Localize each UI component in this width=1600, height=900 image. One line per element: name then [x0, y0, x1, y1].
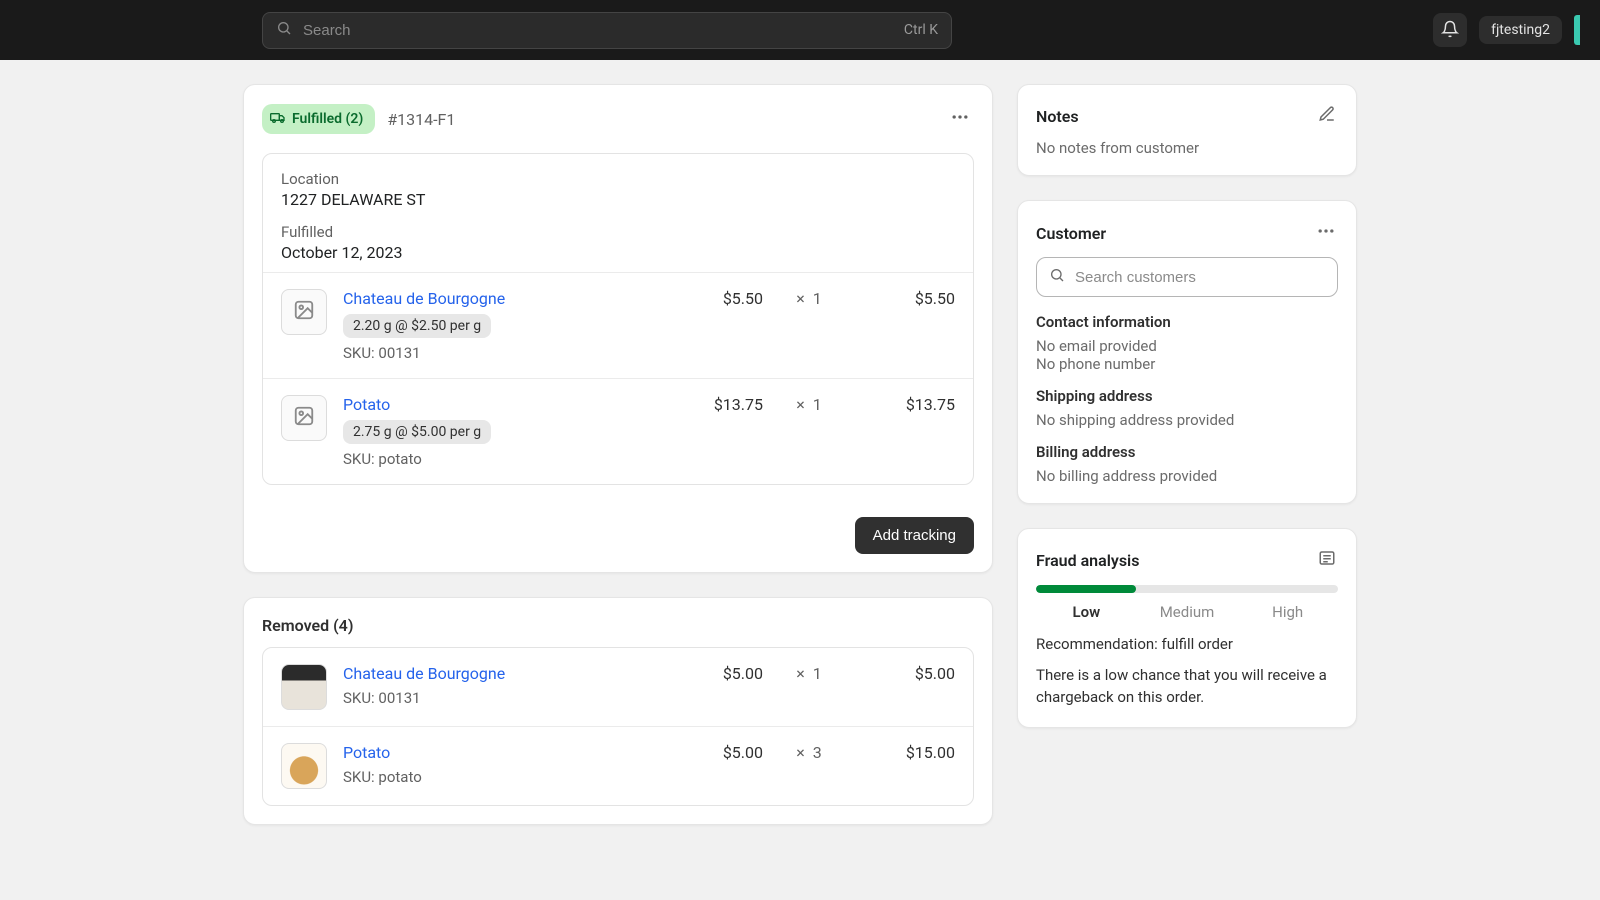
qty: × 3	[779, 743, 839, 762]
notes-empty: No notes from customer	[1036, 139, 1338, 157]
qty: × 1	[779, 395, 839, 414]
fraud-title: Fraud analysis	[1036, 551, 1139, 570]
search-icon	[276, 20, 292, 40]
unit-price: $5.00	[643, 664, 763, 683]
line-item: Potato 2.75 g @ $5.00 per g SKU: potato …	[263, 378, 973, 484]
fulfillment-card: Fulfilled (2) #1314-F1 Location 1227 DEL…	[243, 84, 993, 573]
qty: × 1	[779, 664, 839, 683]
qty: × 1	[779, 289, 839, 308]
edit-notes-button[interactable]	[1316, 103, 1338, 129]
more-horizontal-icon	[1316, 227, 1336, 245]
removed-card: Removed (4) Chateau de Bourgogne SKU: 00…	[243, 597, 993, 825]
unit-price: $13.75	[643, 395, 763, 414]
line-item: Potato SKU: potato $5.00 × 3 $15.00	[263, 726, 973, 805]
product-thumbnail	[281, 664, 327, 710]
no-shipping: No shipping address provided	[1036, 411, 1338, 429]
sku-label: SKU: 00131	[343, 344, 627, 362]
customer-card: Customer Contact information No email pr…	[1017, 200, 1357, 504]
line-total: $15.00	[855, 743, 955, 762]
product-thumbnail	[281, 289, 327, 335]
line-item: Chateau de Bourgogne 2.20 g @ $2.50 per …	[263, 272, 973, 378]
no-email: No email provided	[1036, 337, 1338, 355]
no-billing: No billing address provided	[1036, 467, 1338, 485]
billing-heading: Billing address	[1036, 443, 1338, 461]
product-link[interactable]: Chateau de Bourgogne	[343, 289, 505, 308]
fraud-medium-label: Medium	[1137, 603, 1238, 621]
product-link[interactable]: Potato	[343, 395, 390, 414]
sku-label: SKU: potato	[343, 450, 627, 468]
fraud-detail: There is a low chance that you will rece…	[1036, 664, 1338, 709]
customer-search-input[interactable]	[1075, 269, 1325, 286]
fraud-recommendation: Recommendation: fulfill order	[1036, 633, 1338, 656]
fraud-meter	[1036, 585, 1338, 593]
fraud-low-label: Low	[1036, 603, 1137, 621]
unit-price: $5.50	[643, 289, 763, 308]
add-tracking-button[interactable]: Add tracking	[855, 517, 974, 554]
variant-chip: 2.20 g @ $2.50 per g	[343, 314, 491, 338]
list-icon	[1318, 553, 1336, 571]
shipping-heading: Shipping address	[1036, 387, 1338, 405]
customer-search[interactable]	[1036, 257, 1338, 297]
fulfilled-date: October 12, 2023	[281, 243, 955, 262]
fraud-high-label: High	[1237, 603, 1338, 621]
notifications-button[interactable]	[1433, 13, 1467, 47]
search-shortcut: Ctrl K	[904, 22, 938, 38]
search-input[interactable]	[262, 12, 952, 49]
product-thumbnail	[281, 743, 327, 789]
customer-more-button[interactable]	[1314, 219, 1338, 247]
user-menu[interactable]: fjtesting2	[1479, 16, 1562, 44]
fraud-details-button[interactable]	[1316, 547, 1338, 573]
location-value: 1227 DELAWARE ST	[281, 190, 955, 209]
line-total: $13.75	[855, 395, 955, 414]
notes-card: Notes No notes from customer	[1017, 84, 1357, 176]
fulfillment-more-button[interactable]	[946, 103, 974, 135]
fulfilled-label: Fulfilled	[281, 223, 955, 241]
no-phone: No phone number	[1036, 355, 1338, 373]
line-total: $5.00	[855, 664, 955, 683]
unit-price: $5.00	[643, 743, 763, 762]
username-label: fjtesting2	[1491, 22, 1550, 38]
truck-icon	[270, 109, 286, 129]
sku-label: SKU: 00131	[343, 689, 627, 707]
avatar[interactable]	[1574, 15, 1580, 45]
line-total: $5.50	[855, 289, 955, 308]
removed-title: Removed (4)	[244, 598, 992, 647]
product-thumbnail	[281, 395, 327, 441]
bell-icon	[1441, 20, 1459, 41]
pencil-icon	[1318, 109, 1336, 127]
variant-chip: 2.75 g @ $5.00 per g	[343, 420, 491, 444]
sku-label: SKU: potato	[343, 768, 627, 786]
product-link[interactable]: Potato	[343, 743, 390, 762]
more-horizontal-icon	[950, 113, 970, 131]
fulfillment-id: #1314-F1	[387, 110, 455, 129]
fraud-meter-fill	[1036, 585, 1136, 593]
product-link[interactable]: Chateau de Bourgogne	[343, 664, 505, 683]
customer-title: Customer	[1036, 224, 1106, 243]
notes-title: Notes	[1036, 107, 1079, 126]
status-badge-label: Fulfilled (2)	[292, 111, 363, 127]
global-search[interactable]: Ctrl K	[262, 12, 952, 49]
contact-heading: Contact information	[1036, 313, 1338, 331]
topbar: Ctrl K fjtesting2	[0, 0, 1600, 60]
image-icon	[293, 405, 315, 431]
line-item: Chateau de Bourgogne SKU: 00131 $5.00 × …	[263, 648, 973, 726]
fraud-card: Fraud analysis Low Medium High Recommend…	[1017, 528, 1357, 728]
status-badge: Fulfilled (2)	[262, 104, 375, 134]
image-icon	[293, 299, 315, 325]
search-icon	[1049, 267, 1065, 287]
location-label: Location	[281, 170, 955, 188]
